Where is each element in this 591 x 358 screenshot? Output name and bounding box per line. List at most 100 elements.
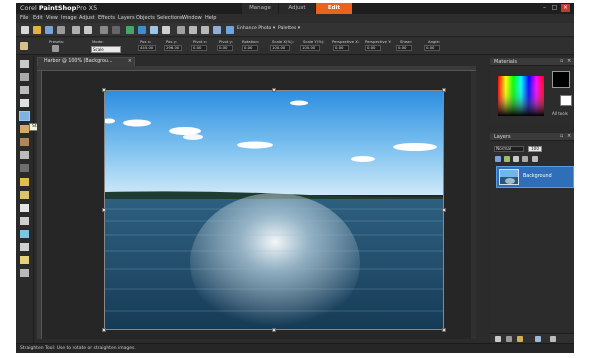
- crop-to-selection-icon[interactable]: [126, 26, 134, 34]
- palettes-dropdown[interactable]: Palettes ▾: [278, 26, 300, 31]
- menu-objects[interactable]: Objects: [136, 15, 155, 21]
- panel-options-icon[interactable]: ▫: [560, 58, 563, 64]
- eraser-icon[interactable]: [20, 204, 29, 212]
- eyedropper-icon[interactable]: [20, 86, 29, 94]
- scale-y-field[interactable]: 100.00: [300, 45, 320, 51]
- pivot-y-field[interactable]: 0.00: [217, 45, 233, 51]
- menu-help[interactable]: Help: [205, 15, 216, 21]
- menu-layers[interactable]: Layers: [118, 15, 135, 21]
- mode-select[interactable]: Scale: [91, 46, 121, 53]
- delete-layer-icon[interactable]: [550, 336, 556, 342]
- foreground-swatch[interactable]: [552, 71, 570, 88]
- zoom-more-icon[interactable]: [213, 26, 221, 34]
- enhance-photo-icon[interactable]: [226, 26, 234, 34]
- color-spectrum[interactable]: [498, 76, 544, 116]
- preset-shape-icon[interactable]: [20, 243, 29, 251]
- pos-x-field[interactable]: 445.00: [138, 45, 156, 51]
- info-icon[interactable]: [162, 26, 170, 34]
- tab-adjust[interactable]: Adjust: [279, 3, 315, 14]
- menu-effects[interactable]: Effects: [98, 15, 115, 21]
- open-folder-icon[interactable]: [33, 26, 41, 34]
- crop-handle[interactable]: [102, 208, 106, 212]
- menu-selections[interactable]: Selections: [157, 15, 183, 21]
- opacity-field[interactable]: 100: [528, 146, 542, 152]
- angle-field[interactable]: 0.00: [424, 45, 440, 51]
- close-document-icon[interactable]: ×: [128, 58, 132, 64]
- paint-brush-icon[interactable]: [20, 178, 29, 186]
- link-icon[interactable]: [532, 156, 538, 162]
- adjust-layer-icon[interactable]: [517, 336, 523, 342]
- makeover-tool-icon[interactable]: [20, 138, 29, 146]
- crop-tool-icon[interactable]: [20, 99, 29, 107]
- layer-style-icon[interactable]: [506, 336, 512, 342]
- layers-toolbar: [490, 333, 574, 343]
- pivot-x-field[interactable]: 0.00: [191, 45, 207, 51]
- selection-tool-icon[interactable]: [20, 73, 29, 81]
- text-tool-icon[interactable]: [20, 217, 29, 225]
- perspective-y-field[interactable]: 0.00: [365, 45, 381, 51]
- scratch-remover-icon[interactable]: [20, 164, 29, 172]
- presets-picker-icon[interactable]: [52, 45, 59, 52]
- panel-close-icon[interactable]: ×: [567, 133, 571, 139]
- shear-field[interactable]: 0.00: [396, 45, 412, 51]
- flood-fill-icon[interactable]: [20, 230, 29, 238]
- airbrush-icon[interactable]: [20, 191, 29, 199]
- new-file-icon[interactable]: [21, 26, 29, 34]
- properties-icon[interactable]: [535, 336, 541, 342]
- crop-handle[interactable]: [442, 88, 446, 92]
- menu-image[interactable]: Image: [61, 15, 77, 21]
- tab-manage[interactable]: Manage: [242, 3, 278, 14]
- group-icon[interactable]: [513, 156, 519, 162]
- tab-edit[interactable]: Edit: [316, 3, 352, 14]
- save-as-icon[interactable]: [57, 26, 65, 34]
- blend-mode-select[interactable]: Normal: [494, 146, 524, 152]
- panel-options-icon[interactable]: ▫: [560, 133, 563, 139]
- one-step-fix-icon[interactable]: [138, 26, 146, 34]
- crop-handle[interactable]: [442, 208, 446, 212]
- minimize-icon[interactable]: –: [540, 4, 549, 12]
- save-icon[interactable]: [45, 26, 53, 34]
- all-tools-checkbox[interactable]: All tools: [552, 111, 568, 116]
- resize-icon[interactable]: [150, 26, 158, 34]
- zoom-in-icon[interactable]: [201, 26, 209, 34]
- print-icon[interactable]: [84, 26, 92, 34]
- mask-icon[interactable]: [504, 156, 510, 162]
- pos-y-field[interactable]: 296.00: [164, 45, 182, 51]
- pen-tool-icon[interactable]: [20, 256, 29, 264]
- background-swatch[interactable]: [560, 95, 572, 106]
- vertical-scrollbar[interactable]: [471, 71, 476, 339]
- crop-handle[interactable]: [102, 328, 106, 332]
- enhance-photo-dropdown[interactable]: Enhance Photo ▾: [237, 26, 275, 31]
- crop-handle[interactable]: [272, 88, 276, 92]
- panel-close-icon[interactable]: ×: [567, 58, 571, 64]
- warp-brush-icon[interactable]: [20, 269, 29, 277]
- menu-edit[interactable]: Edit: [33, 15, 43, 21]
- new-raster-layer-icon[interactable]: [495, 336, 501, 342]
- crop-handle[interactable]: [102, 88, 106, 92]
- photo-image[interactable]: [104, 90, 444, 330]
- crop-handle[interactable]: [442, 328, 446, 332]
- close-icon[interactable]: ×: [561, 4, 570, 12]
- merge-icon[interactable]: [522, 156, 528, 162]
- redo-icon[interactable]: [112, 26, 120, 34]
- straighten-tool-icon[interactable]: [19, 111, 30, 121]
- document-tab[interactable]: Harbor @ 100% (Backgrou... ×: [37, 57, 135, 66]
- scale-x-field[interactable]: 100.00: [270, 45, 290, 51]
- pick-tool-icon[interactable]: [20, 60, 29, 68]
- zoom-out-icon[interactable]: [189, 26, 197, 34]
- menu-window[interactable]: Window: [182, 15, 202, 21]
- share-icon[interactable]: [72, 26, 80, 34]
- menu-view[interactable]: View: [46, 15, 58, 21]
- new-layer-icon[interactable]: [495, 156, 501, 162]
- undo-icon[interactable]: [100, 26, 108, 34]
- clone-brush-icon[interactable]: [20, 151, 29, 159]
- rotation-field[interactable]: 0.00: [242, 45, 258, 51]
- crop-handle[interactable]: [272, 328, 276, 332]
- layer-row[interactable]: Background: [496, 166, 574, 188]
- maximize-icon[interactable]: □: [550, 4, 559, 12]
- perspective-x-field[interactable]: 0.00: [333, 45, 349, 51]
- menu-file[interactable]: File: [20, 15, 28, 21]
- menu-adjust[interactable]: Adjust: [79, 15, 95, 21]
- fit-window-icon[interactable]: [177, 26, 185, 34]
- red-eye-tool-icon[interactable]: [20, 125, 29, 133]
